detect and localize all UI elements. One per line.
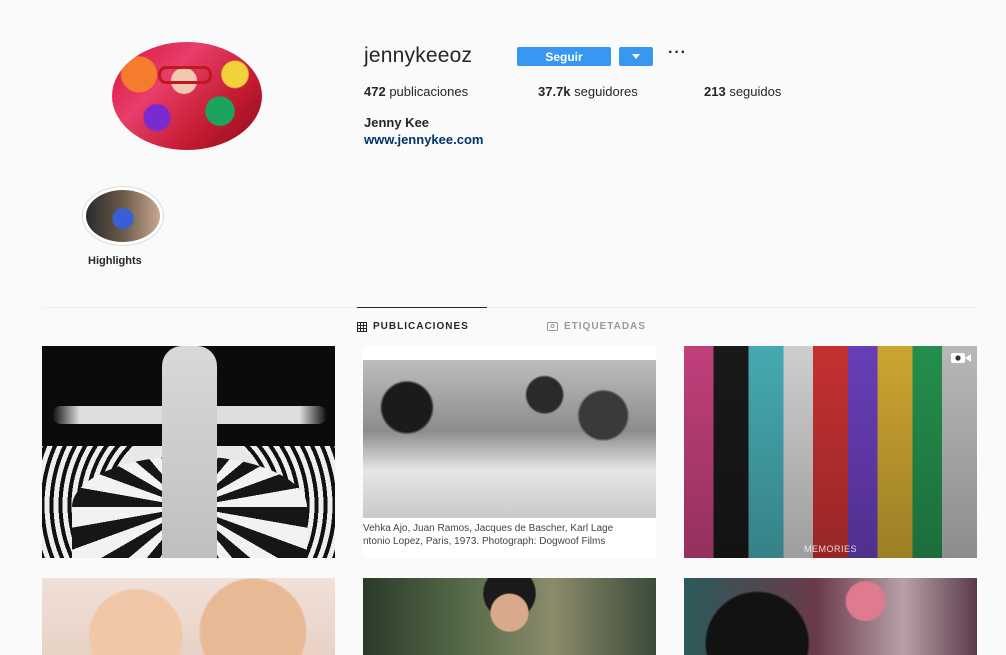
- stat-posts-label: publicaciones: [389, 84, 469, 99]
- post-image-shade: [684, 346, 977, 558]
- tabs-divider: [42, 307, 977, 308]
- highlight-label: Highlights: [88, 255, 142, 267]
- highlight-cover[interactable]: [86, 190, 160, 242]
- post-thumbnail[interactable]: [42, 346, 335, 558]
- suggestions-dropdown-button[interactable]: [619, 47, 653, 66]
- post-thumbnail[interactable]: [363, 578, 656, 655]
- tab-tagged[interactable]: ETIQUETADAS: [547, 321, 646, 332]
- profile-avatar[interactable]: [112, 42, 262, 150]
- profile-website-link[interactable]: www.jennykee.com: [364, 132, 483, 147]
- post-thumbnail[interactable]: MEMORIES: [684, 346, 977, 558]
- avatar-glasses-detail: [158, 66, 212, 84]
- post-caption-overlay: Vehka Ajo, Juan Ramos, Jacques de Basche…: [363, 523, 614, 534]
- post-image-detail: [363, 360, 656, 518]
- post-caption-overlay: ntonio Lopez, Paris, 1973. Photograph: D…: [363, 536, 606, 547]
- stat-posts: 472 publicaciones: [364, 84, 468, 99]
- post-thumbnail[interactable]: [684, 578, 977, 655]
- stat-following-label: seguidos: [729, 84, 782, 99]
- profile-username: jennykeeoz: [364, 44, 473, 67]
- follow-button[interactable]: Seguir: [517, 47, 611, 66]
- stat-followers-label: seguidores: [574, 84, 638, 99]
- stat-posts-value: 472: [364, 84, 386, 99]
- profile-full-name: Jenny Kee: [364, 115, 430, 130]
- active-tab-indicator: [357, 307, 487, 308]
- tab-tagged-label: ETIQUETADAS: [564, 321, 646, 332]
- stat-following[interactable]: 213 seguidos: [704, 84, 781, 99]
- post-overlay-text: MEMORIES: [804, 544, 858, 554]
- stat-followers[interactable]: 37.7k seguidores: [538, 84, 638, 99]
- more-options-button[interactable]: ···: [668, 44, 687, 62]
- tagged-icon: [547, 322, 558, 331]
- tab-posts-label: PUBLICACIONES: [373, 321, 469, 332]
- post-thumbnail[interactable]: [42, 578, 335, 655]
- tab-posts[interactable]: PUBLICACIONES: [357, 321, 469, 332]
- caret-down-icon: [632, 54, 640, 59]
- grid-icon: [357, 321, 367, 332]
- post-image-detail: [162, 346, 217, 558]
- post-thumbnail[interactable]: Vehka Ajo, Juan Ramos, Jacques de Basche…: [363, 346, 656, 558]
- stat-followers-value: 37.7k: [538, 84, 571, 99]
- video-icon: [951, 353, 971, 363]
- stat-following-value: 213: [704, 84, 726, 99]
